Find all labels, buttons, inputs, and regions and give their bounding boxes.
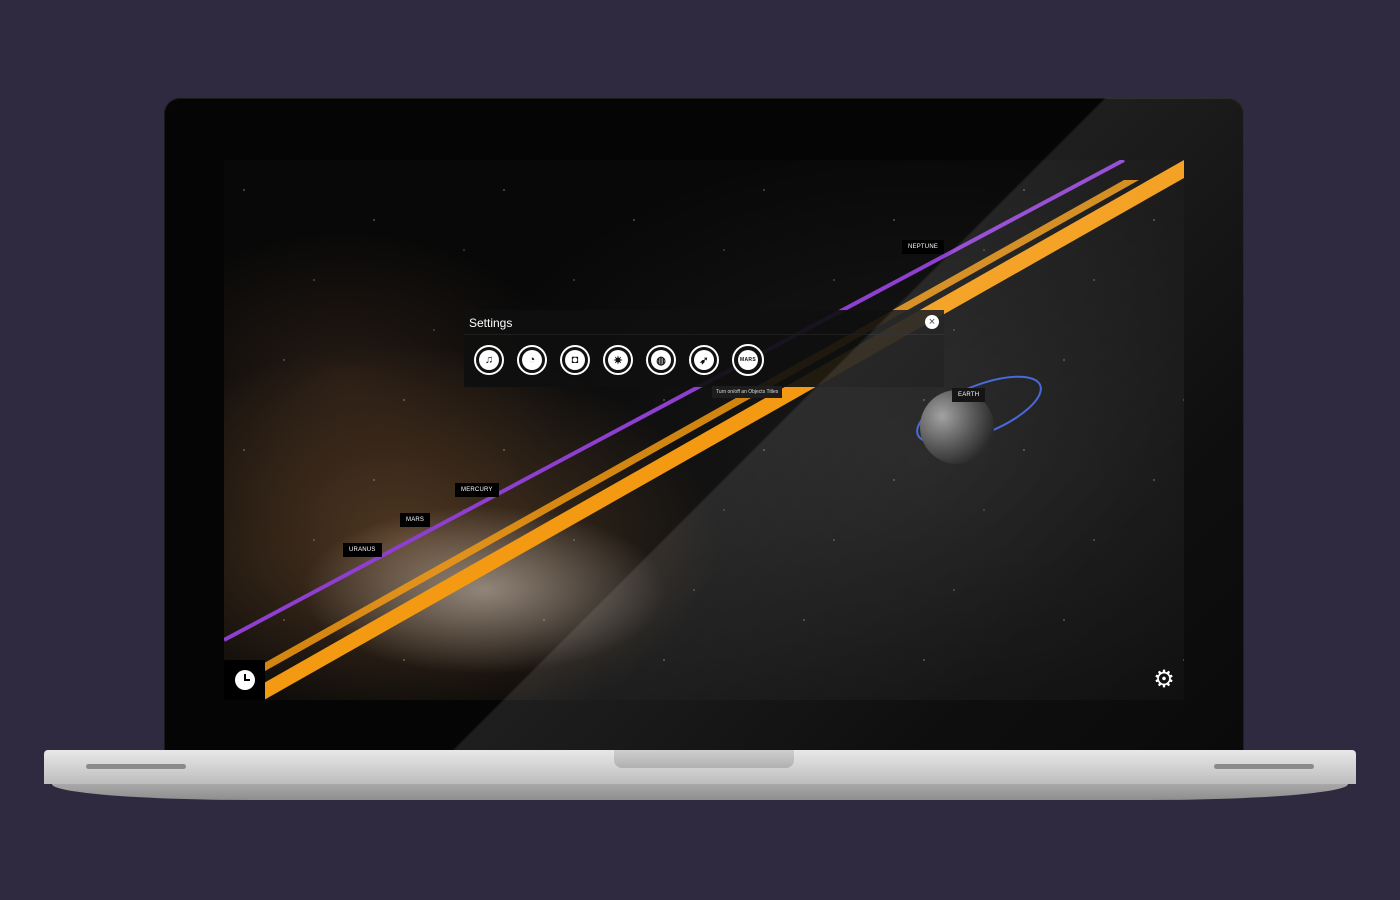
laptop-screen-bezel: NEPTUNE EARTH MERCURY MARS URANUS Settin…: [164, 98, 1244, 758]
orbit-lines: [224, 160, 1184, 700]
settings-title: Settings: [469, 316, 513, 330]
left-speaker-grille: [86, 764, 186, 769]
settings-gear-button[interactable]: ⚙: [1150, 666, 1178, 694]
stars-toggle-button[interactable]: ✷: [603, 345, 633, 375]
space-viewport[interactable]: NEPTUNE EARTH MERCURY MARS URANUS Settin…: [224, 160, 1184, 700]
close-button[interactable]: ×: [925, 315, 939, 329]
orange-orbit-band: [234, 160, 1184, 700]
settings-panel: Settings × ♫ ◔ ◘ ✷ ◍ ➶ MARS: [464, 310, 944, 387]
globe-icon: ◍: [651, 350, 671, 370]
rocket-icon: ➶: [694, 350, 714, 370]
music-toggle-button[interactable]: ♫: [474, 345, 504, 375]
mars-label[interactable]: MARS: [400, 513, 431, 527]
earth-label[interactable]: EARTH: [952, 388, 986, 402]
mercury-label[interactable]: MERCURY: [455, 483, 499, 497]
settings-divider: [464, 334, 944, 335]
uranus-label[interactable]: URANUS: [343, 543, 382, 557]
orbits-icon: ◔: [522, 350, 542, 370]
mars-title-icon: MARS: [738, 350, 758, 370]
laptop-base-bottom: [52, 784, 1348, 800]
time-control-button[interactable]: [224, 660, 265, 700]
right-speaker-grille: [1214, 764, 1314, 769]
star-icon: ✷: [608, 350, 628, 370]
clock-icon: [234, 670, 255, 690]
orange-orbit-band-inner: [234, 180, 1139, 680]
3d-glasses-icon: ◘: [565, 350, 585, 370]
purple-orbit: [224, 160, 1125, 642]
globe-toggle-button[interactable]: ◍: [646, 345, 676, 375]
titles-tooltip: Turn on/off an Objects Titles: [712, 386, 783, 398]
titles-toggle-button[interactable]: MARS: [732, 344, 764, 376]
rocket-toggle-button[interactable]: ➶: [689, 345, 719, 375]
music-icon: ♫: [479, 350, 499, 370]
orbits-toggle-button[interactable]: ◔: [517, 345, 547, 375]
neptune-label[interactable]: NEPTUNE: [902, 240, 945, 254]
3d-mode-button[interactable]: ◘: [560, 345, 590, 375]
laptop-hinge-notch: [614, 750, 794, 768]
